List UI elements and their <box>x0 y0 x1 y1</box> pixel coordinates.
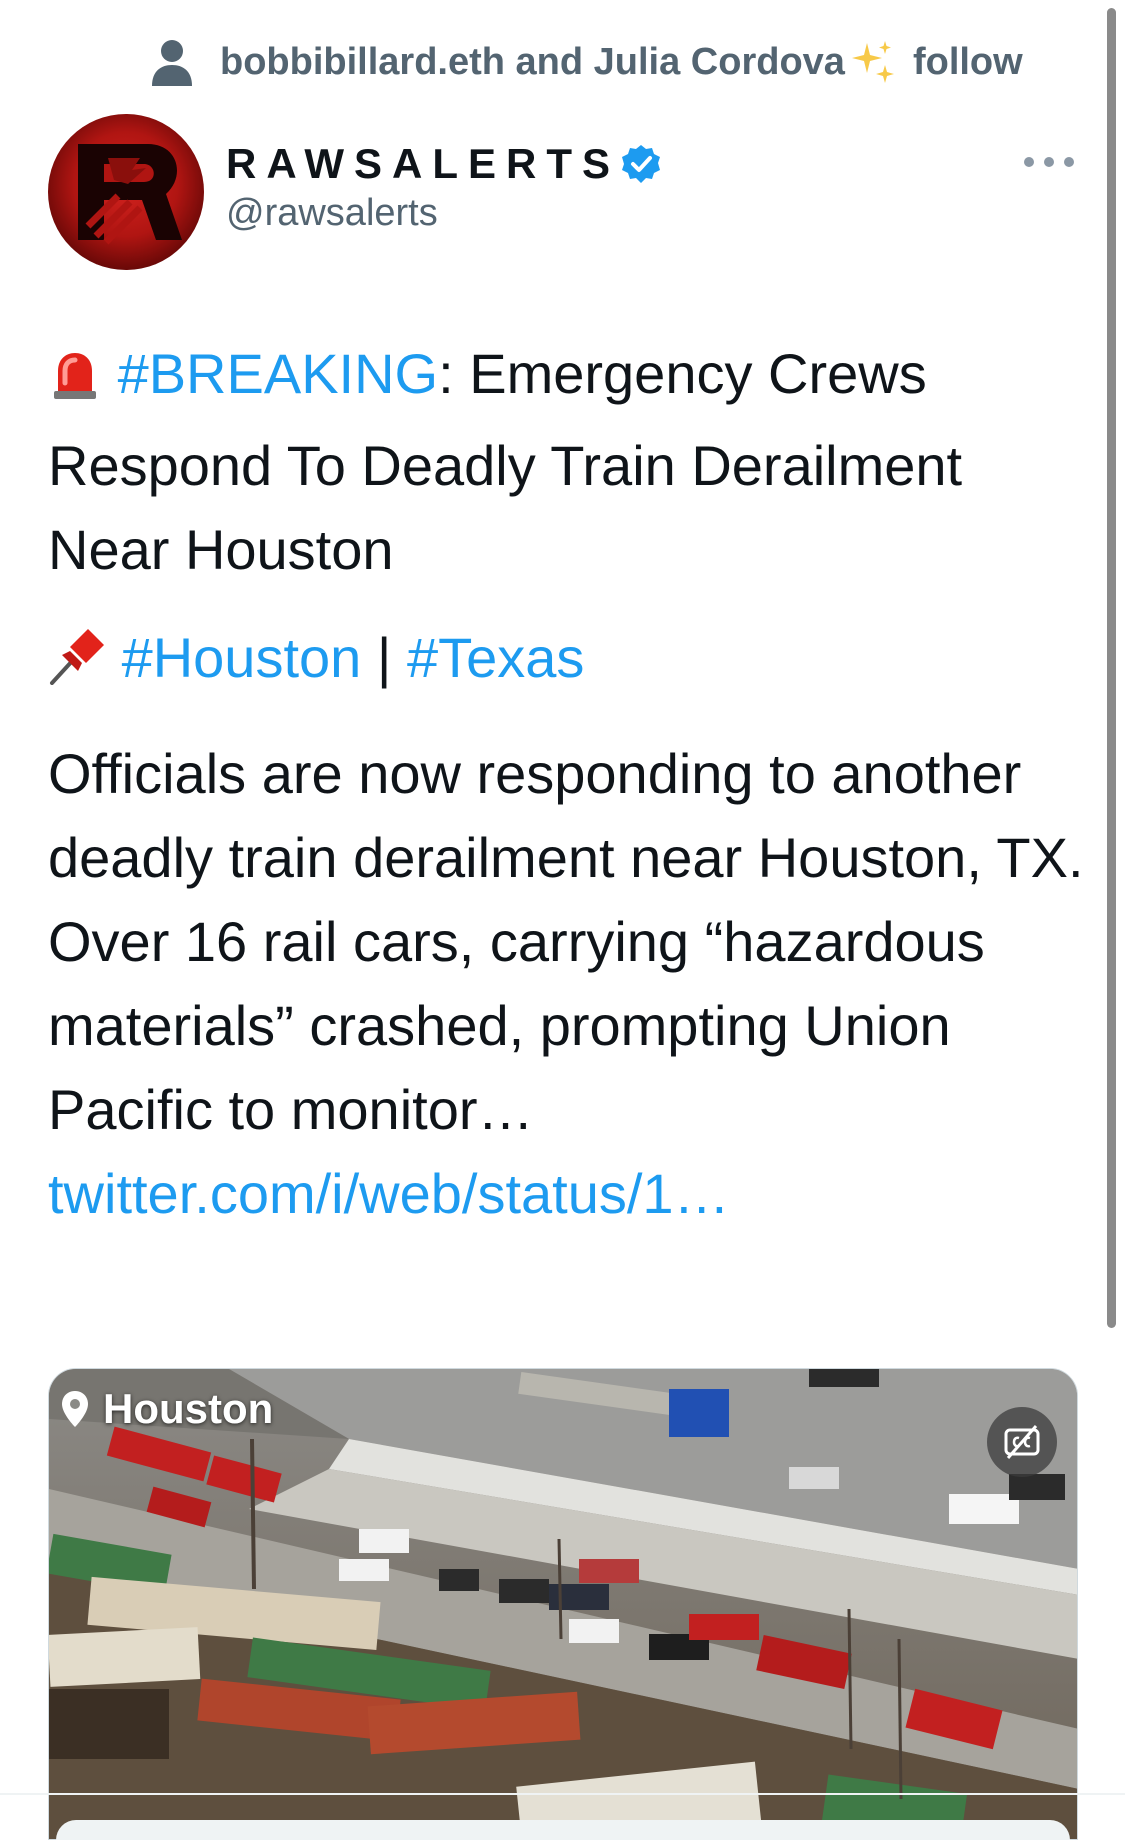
pushpin-icon <box>48 624 106 708</box>
social-context-text: bobbibillard.eth and Julia Cordova <box>220 40 845 83</box>
tweet-page: bobbibillard.eth and Julia Cordova follo… <box>0 0 1125 1840</box>
scrollbar[interactable] <box>1107 8 1116 1328</box>
hashtag-breaking[interactable]: #BREAKING <box>118 342 439 405</box>
hashtag-houston[interactable]: #Houston <box>122 626 362 689</box>
location-tag: Houston <box>59 1385 273 1433</box>
display-name[interactable]: RAWSALERTS <box>226 140 620 188</box>
hashtag-separator: | <box>361 626 407 689</box>
captions-button[interactable] <box>987 1407 1057 1477</box>
divider <box>0 1793 1125 1795</box>
social-context: bobbibillard.eth and Julia Cordova follo… <box>150 32 1023 92</box>
show-more-link[interactable]: twitter.com/i/web/status/1… <box>48 1162 730 1225</box>
media-video[interactable]: Houston <box>48 1368 1078 1840</box>
sparkles-icon <box>851 41 894 83</box>
body-paragraph: Officials are now responding to another … <box>48 732 1088 1236</box>
body-text: Officials are now responding to another … <box>48 742 1084 1141</box>
author-name-row[interactable]: RAWSALERTS <box>226 132 662 196</box>
hashtag-texas[interactable]: #Texas <box>407 626 584 689</box>
more-options-icon[interactable] <box>1024 150 1074 174</box>
follow-link[interactable]: follow <box>913 41 1023 84</box>
derailment-aerial-image <box>49 1369 1077 1839</box>
reply-bar[interactable] <box>56 1820 1070 1840</box>
author-handle[interactable]: @rawsalerts <box>226 192 438 235</box>
location-label: Houston <box>103 1385 274 1432</box>
avatar[interactable] <box>48 114 204 270</box>
person-icon <box>152 40 192 86</box>
captions-off-icon <box>1004 1425 1040 1459</box>
headline-paragraph: #BREAKING: Emergency Crews Respond To De… <box>48 332 1088 592</box>
verified-badge-icon <box>622 145 660 183</box>
tweet-text: #BREAKING: Emergency Crews Respond To De… <box>48 332 1088 1236</box>
police-light-icon <box>48 340 102 424</box>
hashtags-paragraph: #Houston | #Texas <box>48 616 1088 708</box>
location-pin-icon <box>62 1391 88 1427</box>
rawsalerts-logo <box>78 144 182 245</box>
